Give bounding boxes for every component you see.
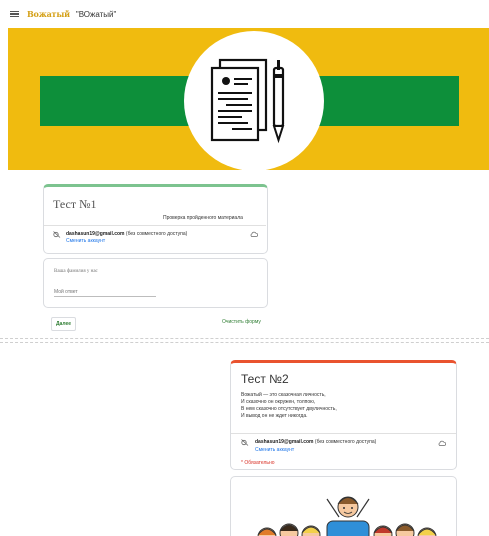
card-divider <box>44 225 266 226</box>
account-email: dashasun19@gmail.com (без совместного до… <box>66 231 188 237</box>
test2-description: Вожатый — это сказочная личность, И сказ… <box>241 392 337 419</box>
test1-title: Тест №1 <box>53 197 97 211</box>
test2-title: Тест №2 <box>241 372 289 386</box>
required-note: * Обязательно <box>241 460 275 466</box>
switch-account-link[interactable]: Сменить аккаунт <box>66 238 105 244</box>
no-share-icon <box>241 439 249 446</box>
children-illustration <box>257 496 437 536</box>
test1-question-card: Ваша фамилия у нас <box>43 258 268 308</box>
switch-account-link[interactable]: Сменить аккаунт <box>255 447 294 453</box>
page-title: "ВОжатый" <box>75 9 117 19</box>
cloud-icon <box>438 440 446 446</box>
clear-form-button[interactable]: Очистить форму <box>222 319 261 325</box>
header-banner <box>8 28 489 170</box>
hamburger-icon[interactable] <box>10 10 19 18</box>
no-share-icon <box>53 231 61 238</box>
section-separator <box>0 342 489 343</box>
top-bar: Вожатый "ВОжатый" <box>0 0 489 28</box>
answer-input[interactable] <box>54 287 156 297</box>
next-button[interactable]: Далее <box>51 317 77 331</box>
cloud-icon <box>250 231 258 237</box>
logo: Вожатый <box>27 9 70 19</box>
document-pen-icon <box>210 58 285 144</box>
account-email: dashasun19@gmail.com (без совместного до… <box>255 439 377 445</box>
section-separator <box>0 338 489 339</box>
card-divider <box>231 433 456 434</box>
test1-header-card: Тест №1 Проверка пройденного материала d… <box>43 184 268 254</box>
test1-description: Проверка пройденного материала <box>163 215 243 221</box>
test2-image-card <box>230 476 457 536</box>
question-label: Ваша фамилия у нас <box>54 269 98 274</box>
test2-header-card: Тест №2 Вожатый — это сказочная личность… <box>230 360 457 470</box>
